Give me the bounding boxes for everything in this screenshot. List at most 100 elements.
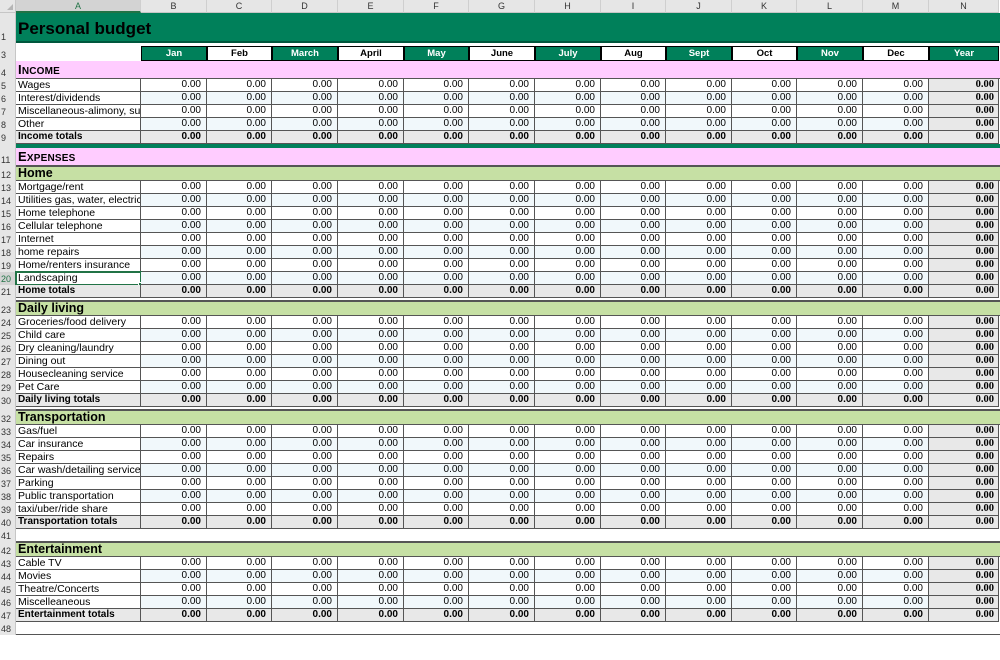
month-header-feb[interactable]: Feb — [207, 46, 272, 61]
value-cell-jan[interactable]: 0.00 — [141, 181, 207, 194]
value-cell-june[interactable]: 0.00 — [469, 92, 535, 105]
value-cell-may[interactable]: 0.00 — [404, 490, 469, 503]
row-header[interactable]: 9 — [0, 131, 16, 144]
value-cell-april[interactable]: 0.00 — [338, 570, 404, 583]
value-cell-dec[interactable]: 0.00 — [863, 490, 929, 503]
value-cell-sept[interactable]: 0.00 — [666, 259, 732, 272]
row-label[interactable]: Landscaping — [15, 271, 142, 286]
value-cell-feb[interactable]: 0.00 — [207, 92, 272, 105]
value-cell-may[interactable]: 0.00 — [404, 329, 469, 342]
value-cell-may[interactable]: 0.00 — [404, 79, 469, 92]
row-label[interactable]: Miscelleaneous — [16, 596, 141, 609]
total-cell-feb[interactable]: 0.00 — [207, 285, 272, 298]
row-label[interactable]: home repairs — [16, 246, 141, 259]
total-cell-july[interactable]: 0.00 — [535, 285, 601, 298]
value-cell-may[interactable]: 0.00 — [404, 207, 469, 220]
spreadsheet-grid[interactable]: A B C D E F G H I J K L M N 1 Personal budget 3 Jan Feb Mar… — [0, 0, 1000, 660]
row-label[interactable]: Utilities gas, water, electric — [16, 194, 141, 207]
value-cell-oct[interactable]: 0.00 — [732, 438, 797, 451]
value-cell-oct[interactable]: 0.00 — [732, 464, 797, 477]
value-cell-jan[interactable]: 0.00 — [141, 490, 207, 503]
value-cell-sept[interactable]: 0.00 — [666, 79, 732, 92]
value-cell-dec[interactable]: 0.00 — [863, 425, 929, 438]
year-total-cell[interactable]: 0.00 — [929, 490, 999, 503]
month-header-may[interactable]: May — [404, 46, 469, 61]
value-cell-aug[interactable]: 0.00 — [601, 246, 666, 259]
value-cell-july[interactable]: 0.00 — [535, 557, 601, 570]
total-cell-oct[interactable]: 0.00 — [732, 516, 797, 529]
value-cell-june[interactable]: 0.00 — [469, 246, 535, 259]
value-cell-june[interactable]: 0.00 — [469, 583, 535, 596]
value-cell-feb[interactable]: 0.00 — [207, 438, 272, 451]
total-cell-aug[interactable]: 0.00 — [601, 609, 666, 622]
totals-label[interactable]: Home totals — [16, 285, 141, 298]
year-total-cell[interactable]: 0.00 — [929, 368, 999, 381]
value-cell-aug[interactable]: 0.00 — [601, 355, 666, 368]
value-cell-nov[interactable]: 0.00 — [797, 438, 863, 451]
value-cell-aug[interactable]: 0.00 — [601, 477, 666, 490]
value-cell-july[interactable]: 0.00 — [535, 381, 601, 394]
value-cell-dec[interactable]: 0.00 — [863, 464, 929, 477]
year-total-cell[interactable]: 0.00 — [929, 220, 999, 233]
totals-label[interactable]: Daily living totals — [16, 394, 141, 407]
value-cell-nov[interactable]: 0.00 — [797, 220, 863, 233]
value-cell-june[interactable]: 0.00 — [469, 181, 535, 194]
value-cell-nov[interactable]: 0.00 — [797, 316, 863, 329]
year-total-cell[interactable]: 0.00 — [929, 181, 999, 194]
value-cell-july[interactable]: 0.00 — [535, 355, 601, 368]
totals-label[interactable]: Transportation totals — [16, 516, 141, 529]
value-cell-jan[interactable]: 0.00 — [141, 329, 207, 342]
row-header[interactable]: 47 — [0, 609, 16, 622]
value-cell-oct[interactable]: 0.00 — [732, 329, 797, 342]
total-cell-feb[interactable]: 0.00 — [207, 131, 272, 144]
total-cell-may[interactable]: 0.00 — [404, 131, 469, 144]
value-cell-aug[interactable]: 0.00 — [601, 583, 666, 596]
total-cell-aug[interactable]: 0.00 — [601, 516, 666, 529]
value-cell-oct[interactable]: 0.00 — [732, 451, 797, 464]
value-cell-june[interactable]: 0.00 — [469, 194, 535, 207]
total-cell-feb[interactable]: 0.00 — [207, 394, 272, 407]
column-header-n[interactable]: N — [929, 0, 999, 13]
total-cell-oct[interactable]: 0.00 — [732, 394, 797, 407]
row-header[interactable]: 3 — [0, 46, 16, 61]
value-cell-sept[interactable]: 0.00 — [666, 425, 732, 438]
row-label[interactable]: Child care — [16, 329, 141, 342]
value-cell-feb[interactable]: 0.00 — [207, 477, 272, 490]
row-header[interactable]: 23 — [0, 301, 16, 316]
value-cell-aug[interactable]: 0.00 — [601, 570, 666, 583]
row-header[interactable]: 39 — [0, 503, 16, 516]
value-cell-march[interactable]: 0.00 — [272, 425, 338, 438]
value-cell-july[interactable]: 0.00 — [535, 464, 601, 477]
row-header[interactable]: 46 — [0, 596, 16, 609]
value-cell-april[interactable]: 0.00 — [338, 490, 404, 503]
row-label[interactable]: Dry cleaning/laundry — [16, 342, 141, 355]
month-header-nov[interactable]: Nov — [797, 46, 863, 61]
row-header[interactable]: 16 — [0, 220, 16, 233]
value-cell-jan[interactable]: 0.00 — [141, 233, 207, 246]
value-cell-march[interactable]: 0.00 — [272, 207, 338, 220]
row-header[interactable]: 6 — [0, 92, 16, 105]
value-cell-july[interactable]: 0.00 — [535, 425, 601, 438]
value-cell-april[interactable]: 0.00 — [338, 246, 404, 259]
year-total-cell[interactable]: 0.00 — [929, 596, 999, 609]
total-cell-dec[interactable]: 0.00 — [863, 131, 929, 144]
total-cell-june[interactable]: 0.00 — [469, 285, 535, 298]
value-cell-dec[interactable]: 0.00 — [863, 355, 929, 368]
total-cell-april[interactable]: 0.00 — [338, 609, 404, 622]
total-cell-aug[interactable]: 0.00 — [601, 285, 666, 298]
value-cell-july[interactable]: 0.00 — [535, 329, 601, 342]
value-cell-april[interactable]: 0.00 — [338, 381, 404, 394]
value-cell-feb[interactable]: 0.00 — [207, 583, 272, 596]
row-header[interactable]: 36 — [0, 464, 16, 477]
value-cell-dec[interactable]: 0.00 — [863, 381, 929, 394]
value-cell-june[interactable]: 0.00 — [469, 381, 535, 394]
value-cell-june[interactable]: 0.00 — [469, 570, 535, 583]
value-cell-jan[interactable]: 0.00 — [141, 464, 207, 477]
row-label[interactable]: Repairs — [16, 451, 141, 464]
total-cell-june[interactable]: 0.00 — [469, 609, 535, 622]
value-cell-oct[interactable]: 0.00 — [732, 381, 797, 394]
row-header[interactable]: 29 — [0, 381, 16, 394]
row-header[interactable]: 5 — [0, 79, 16, 92]
row-label[interactable]: Car wash/detailing services — [16, 464, 141, 477]
row-header[interactable]: 27 — [0, 355, 16, 368]
